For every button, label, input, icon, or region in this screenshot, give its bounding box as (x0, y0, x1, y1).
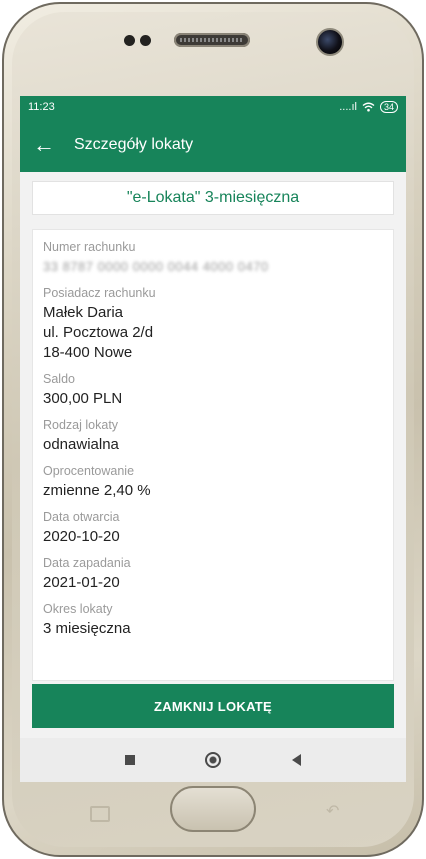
holder-city: 18-400 Nowe (43, 344, 133, 361)
battery-icon: 34 (379, 101, 398, 113)
field-account-number: Numer rachunku 33 8787 0000 0000 0044 40… (43, 240, 383, 277)
field-account-holder: Posiadacz rachunku Małek Daria ul. Poczt… (43, 286, 383, 363)
field-label: Okres lokaty (43, 602, 113, 616)
home-icon[interactable] (205, 752, 222, 768)
recent-apps-icon[interactable] (125, 755, 136, 765)
earpiece-speaker (174, 33, 250, 47)
status-icons: ....ıl 34 (339, 101, 398, 113)
maturity-date-value: 2021-01-20 (43, 574, 120, 591)
field-label: Numer rachunku (43, 240, 136, 254)
arrow-left-icon[interactable]: ← (20, 132, 68, 158)
proximity-sensor (124, 35, 135, 46)
account-number-value: 33 8787 0000 0000 0044 4000 0470 (43, 259, 269, 274)
field-deposit-type: Rodzaj lokaty odnawialna (43, 418, 383, 455)
field-label: Saldo (43, 372, 75, 386)
field-open-date: Data otwarcia 2020-10-20 (43, 510, 383, 547)
wifi-icon (362, 102, 375, 112)
field-label: Rodzaj lokaty (43, 418, 119, 432)
hardware-home-button[interactable] (170, 786, 256, 832)
field-interest: Oprocentowanie zmienne 2,40 % (43, 464, 383, 501)
screen: 11:23 ....ıl 34 ← Szczegóły lokaty "e-Lo… (20, 96, 406, 782)
close-deposit-button[interactable]: ZAMKNIJ LOKATĘ (32, 684, 394, 728)
recent-apps-key-icon[interactable] (90, 806, 110, 822)
deposit-name: "e-Lokata" 3-miesięczna (126, 189, 300, 206)
signal-icon: ....ıl (339, 101, 357, 113)
status-bar: 11:23 ....ıl 34 (20, 96, 406, 118)
deposit-details-card: Numer rachunku 33 8787 0000 0000 0044 40… (32, 229, 394, 681)
field-label: Data zapadania (43, 556, 131, 570)
deposit-period-value: 3 miesięczna (43, 620, 131, 637)
field-label: Posiadacz rachunku (43, 286, 156, 300)
field-label: Data otwarcia (43, 510, 120, 524)
back-triangle-icon[interactable] (291, 754, 301, 766)
field-deposit-period: Okres lokaty 3 miesięczna (43, 602, 383, 639)
interest-value: zmienne 2,40 % (43, 482, 151, 499)
app-bar: ← Szczegóły lokaty (20, 118, 406, 172)
field-maturity-date: Data zapadania 2021-01-20 (43, 556, 383, 593)
status-time: 11:23 (28, 101, 55, 113)
back-key-icon[interactable]: ↶ (326, 804, 346, 820)
field-label: Oprocentowanie (43, 464, 135, 478)
light-sensor (140, 35, 151, 46)
deposit-type-value: odnawialna (43, 436, 119, 453)
system-nav-bar (20, 738, 406, 782)
open-date-value: 2020-10-20 (43, 528, 120, 545)
holder-name: Małek Daria (43, 304, 124, 321)
front-camera (316, 28, 344, 56)
page-title: Szczegóły lokaty (74, 136, 194, 153)
holder-street: ul. Pocztowa 2/d (43, 324, 154, 341)
field-balance: Saldo 300,00 PLN (43, 372, 383, 409)
balance-value: 300,00 PLN (43, 390, 123, 407)
deposit-name-card: "e-Lokata" 3-miesięczna (32, 181, 394, 215)
